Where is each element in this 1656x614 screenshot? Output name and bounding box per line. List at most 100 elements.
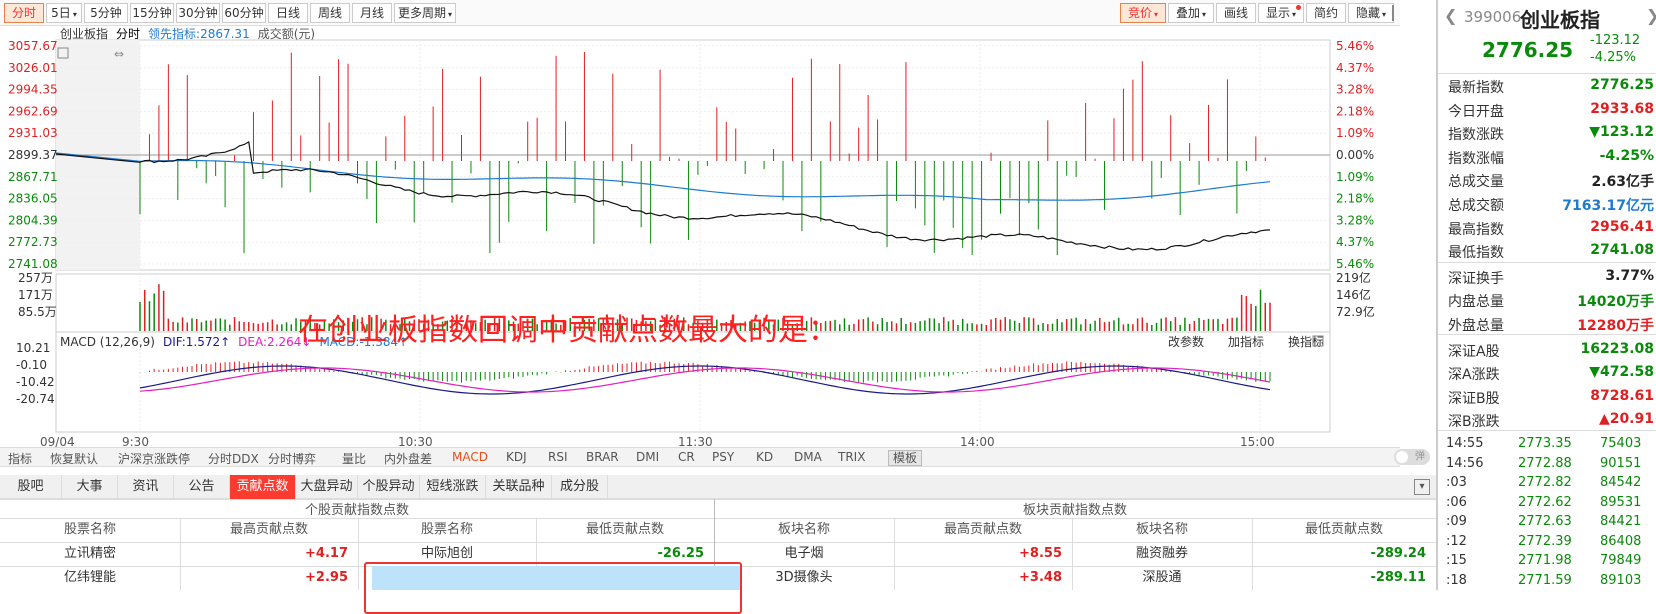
pct-tick-label: 3.28% xyxy=(1336,213,1374,227)
quote-value: ▲20.91 xyxy=(1598,411,1654,428)
tool-button-3[interactable]: 显示 ▾ xyxy=(1258,3,1304,23)
indicator-tab-15[interactable]: DMA xyxy=(794,450,822,464)
indicator-tab-1[interactable]: 恢复默认 xyxy=(50,450,98,467)
name-cell[interactable]: 亿纬锂能 xyxy=(0,566,180,590)
info-tab-bar: 股吧 大事 资讯 公告 贡献点数 大盘异动 个股异动 短线涨跌 关联品种 成分股 xyxy=(0,475,1436,499)
indicator-tab-16[interactable]: TRIX xyxy=(838,450,865,464)
indicator-tab-bar: 指标 恢复默认 沪深京涨跌停 分时DDX 分时博弈 量比 内外盘差 MACD KDJ RSI BRA… xyxy=(0,447,1400,467)
tick-time: 14:56 xyxy=(1446,455,1484,471)
tool-button-0[interactable]: 竞价 ▾ xyxy=(1120,3,1166,23)
period-button-3[interactable]: 15分钟 xyxy=(130,3,174,23)
pct-tick-label: 4.37% xyxy=(1336,61,1374,75)
period-button-5[interactable]: 60分钟 xyxy=(222,3,266,23)
pin-icon[interactable] xyxy=(1392,5,1400,21)
tool-button-2[interactable]: 画线 xyxy=(1216,3,1256,23)
tool-button-1[interactable]: 叠加 ▾ xyxy=(1168,3,1214,23)
indicator-tab-11[interactable]: DMI xyxy=(636,450,659,464)
info-tab-9[interactable]: 成分股 xyxy=(552,475,608,499)
quote-row: 外盘总量 12280万手 xyxy=(1438,312,1656,336)
pct-tick-label: 5.46% xyxy=(1336,257,1374,271)
quote-row: 深证A股 16223.08 xyxy=(1438,338,1656,362)
indicator-tab-7[interactable]: MACD xyxy=(452,450,488,464)
contribution-value: +3.48 xyxy=(1019,570,1062,585)
index-change: -123.12 xyxy=(1590,33,1641,48)
intraday-chart[interactable]: 创业板指 分时 领先指标:2867.31 成交额(元) 3057.67 3026.01 29… xyxy=(0,26,1400,450)
price-tick-label: 2836.05 xyxy=(8,192,58,206)
name-cell[interactable]: 深股通 xyxy=(1072,566,1252,590)
price-tick-label: 2741.08 xyxy=(8,257,58,271)
info-tab-7[interactable]: 短线涨跌 xyxy=(420,475,486,499)
quote-row: 指数涨跌 ▼123.12 xyxy=(1438,121,1656,145)
period-button-label: 分时 xyxy=(11,6,36,20)
tick-volume: 79849 xyxy=(1600,553,1642,568)
quote-row: 最新指数 2776.25 xyxy=(1438,74,1656,98)
info-tab-3[interactable]: 公告 xyxy=(174,475,230,499)
volume-tick-label: 171万 xyxy=(18,288,53,302)
name-cell[interactable]: 立讯精密 xyxy=(0,542,180,566)
quote-label: 内盘总量 xyxy=(1448,294,1504,311)
indicator-tab-0[interactable]: 指标 xyxy=(8,450,32,467)
indicator-tab-10[interactable]: BRAR xyxy=(586,450,619,464)
chevron-down-icon: ▾ xyxy=(448,10,453,19)
pct-tick-label: 2.18% xyxy=(1336,192,1374,206)
tool-button-label: 简约 xyxy=(1313,6,1338,20)
period-button-6[interactable]: 日线 xyxy=(268,3,308,23)
indicator-tab-5[interactable]: 量比 xyxy=(342,450,366,467)
contribution-value: +8.55 xyxy=(1019,546,1062,561)
price-tick-label: 2962.69 xyxy=(8,104,58,118)
info-tab-1[interactable]: 大事 xyxy=(62,475,118,499)
indicator-tab-4[interactable]: 分时博弈 xyxy=(268,450,316,467)
indicator-tab-17[interactable]: 模板 xyxy=(888,450,923,466)
indicator-tab-12[interactable]: CR xyxy=(678,450,695,464)
macd-button[interactable]: 加指标 xyxy=(1228,334,1264,349)
period-button-7[interactable]: 周线 xyxy=(310,3,350,23)
quote-label: 总成交量 xyxy=(1448,174,1504,191)
quote-value: 2741.08 xyxy=(1590,242,1654,259)
info-tab-0[interactable]: 股吧 xyxy=(0,475,62,499)
expand-panel-icon[interactable]: ▾ xyxy=(1414,479,1430,495)
period-button-1[interactable]: 5日 ▾ xyxy=(46,3,82,23)
period-button-0[interactable]: 分时 xyxy=(4,3,44,23)
forward-arrow-icon[interactable]: ❯ xyxy=(1646,6,1656,25)
back-arrow-icon[interactable]: ❮ xyxy=(1444,6,1457,25)
volume-tick-label: 85.5万 xyxy=(18,305,57,319)
period-button-label: 60分钟 xyxy=(224,6,264,20)
chevron-down-icon: ▾ xyxy=(1202,10,1207,19)
quote-value: 2956.41 xyxy=(1590,218,1654,235)
indicator-tab-13[interactable]: PSY xyxy=(712,450,734,464)
indicator-tab-3[interactable]: 分时DDX xyxy=(208,450,259,467)
table-column-divider xyxy=(1072,518,1073,590)
table-divider xyxy=(0,518,1436,519)
macd-header-part: DIF:1.572↑ xyxy=(163,335,230,349)
chevron-down-icon: ▾ xyxy=(1382,10,1387,19)
info-tab-5[interactable]: 大盘异动 xyxy=(296,475,358,499)
expand-horizontal-icon[interactable]: ⇔ xyxy=(114,47,124,61)
info-tab-4[interactable]: 贡献点数 xyxy=(230,475,296,499)
indicator-tab-14[interactable]: KD xyxy=(756,450,773,464)
quote-label: 最高指数 xyxy=(1448,221,1504,238)
period-button-9[interactable]: 更多周期 ▾ xyxy=(394,3,456,23)
quote-value: 2776.25 xyxy=(1590,77,1654,93)
indicator-tab-6[interactable]: 内外盘差 xyxy=(384,450,432,467)
info-tab-2[interactable]: 资讯 xyxy=(118,475,174,499)
period-button-2[interactable]: 5分钟 xyxy=(84,3,128,23)
tool-button-5[interactable]: 隐藏 ▾ xyxy=(1348,3,1394,23)
info-tab-8[interactable]: 关联品种 xyxy=(486,475,552,499)
indicator-tab-2[interactable]: 沪深京涨跌停 xyxy=(118,450,190,467)
macd-tick-label: -10.42 xyxy=(16,375,55,389)
indicator-toggle[interactable]: 弹 xyxy=(1394,449,1430,465)
table-header: 最低贡献点数 xyxy=(585,522,664,537)
tick-row: :09 2772.63 84421 xyxy=(1438,512,1656,532)
period-button-label: 日线 xyxy=(275,6,300,20)
macd-button[interactable]: 改参数 xyxy=(1168,334,1204,349)
tool-button-4[interactable]: 简约 xyxy=(1306,3,1346,23)
table-divider xyxy=(0,542,1436,543)
name-cell[interactable]: 融资融券 xyxy=(1072,542,1252,566)
indicator-tab-8[interactable]: KDJ xyxy=(506,450,527,464)
period-button-8[interactable]: 月线 xyxy=(352,3,392,23)
info-tab-6[interactable]: 个股异动 xyxy=(358,475,420,499)
quote-label: 最新指数 xyxy=(1448,80,1504,96)
indicator-tab-9[interactable]: RSI xyxy=(548,450,568,464)
quote-panel: ❮ 399006 创业板指 ❯ 2776.25 -123.12 -4.25% 最… xyxy=(1436,0,1656,590)
period-button-4[interactable]: 30分钟 xyxy=(176,3,220,23)
